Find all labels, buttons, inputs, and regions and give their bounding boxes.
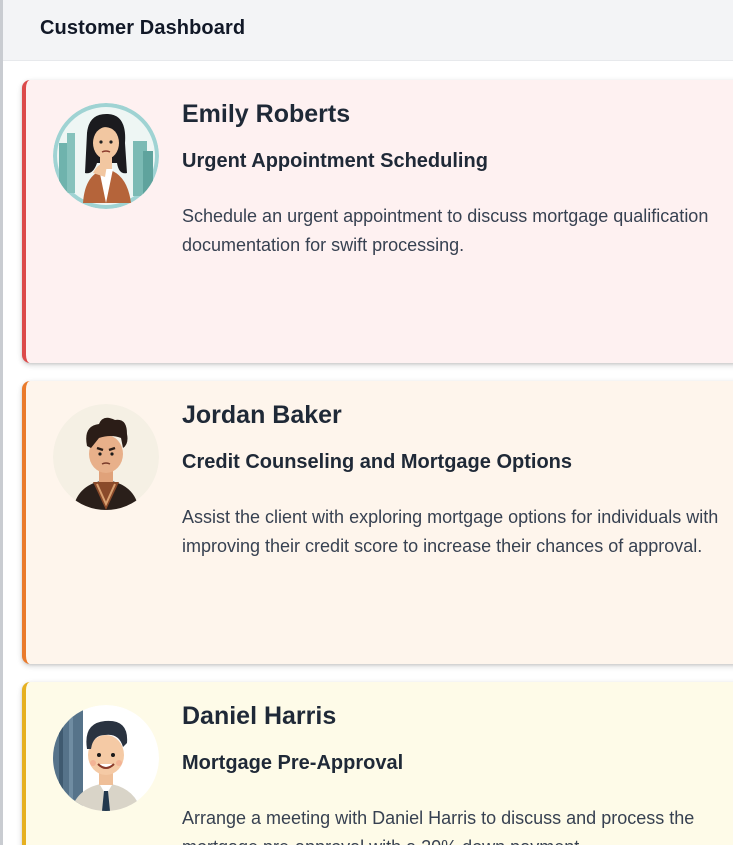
customer-name: Daniel Harris [182,702,337,730]
card-subject: Urgent Appointment Scheduling [182,150,488,172]
avatar-illustration [53,705,159,811]
customer-card[interactable]: Daniel Harris Mortgage Pre-Approval Arra… [22,682,733,845]
app-window: Customer Dashboard Emily Roberts Urgent … [0,0,733,845]
customer-card[interactable]: Emily Roberts Urgent Appointment Schedul… [22,80,733,363]
card-description: Schedule an urgent appointment to discus… [182,206,709,255]
woman-avatar-icon [53,103,159,209]
customer-name: Emily Roberts [182,100,351,128]
man-avatar-icon [53,404,159,510]
avatar-illustration [53,404,159,510]
card-subject: Mortgage Pre-Approval [182,752,404,774]
customer-name: Jordan Baker [182,401,342,429]
page-title: Customer Dashboard [40,17,246,39]
card-description: Arrange a meeting with Daniel Harris to … [182,808,695,845]
card-description: Assist the client with exploring mortgag… [182,507,719,556]
card-subject: Credit Counseling and Mortgage Options [182,451,572,473]
man-avatar-icon [53,705,159,811]
avatar-illustration [53,103,159,209]
top-bar: Customer Dashboard [3,0,733,61]
customer-card[interactable]: Jordan Baker Credit Counseling and Mortg… [22,381,733,664]
